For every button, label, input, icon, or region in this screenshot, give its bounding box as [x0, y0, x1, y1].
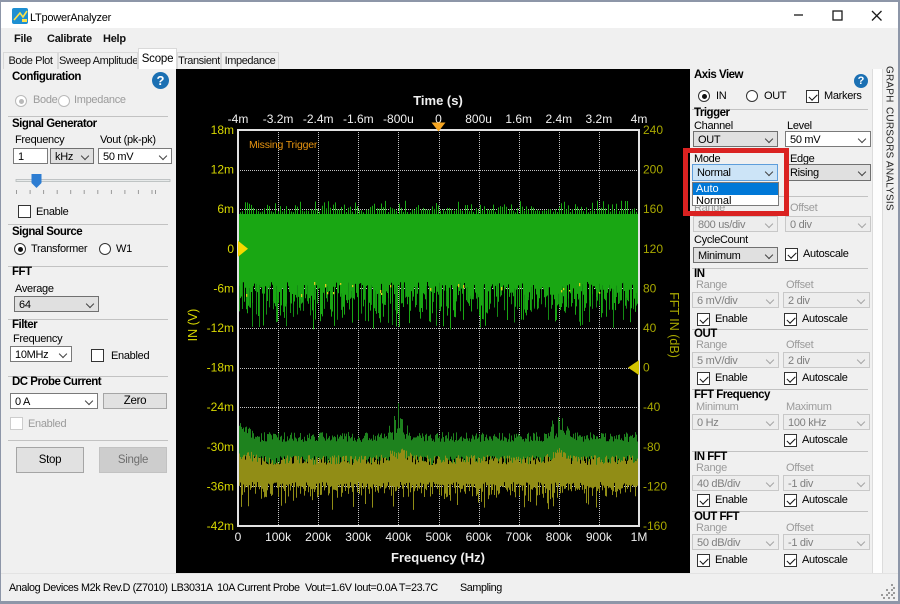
- svg-text:1M: 1M: [631, 530, 648, 544]
- svg-text:300k: 300k: [345, 530, 372, 544]
- svg-text:-40: -40: [643, 400, 661, 414]
- svg-text:800u: 800u: [465, 112, 492, 126]
- svg-text:0: 0: [227, 242, 234, 256]
- svg-text:200k: 200k: [305, 530, 332, 544]
- svg-text:400k: 400k: [385, 530, 412, 544]
- svg-text:500k: 500k: [425, 530, 452, 544]
- svg-text:-42m: -42m: [207, 519, 234, 533]
- svg-text:-120: -120: [643, 479, 667, 493]
- svg-text:-18m: -18m: [207, 361, 234, 375]
- svg-text:6m: 6m: [217, 202, 234, 216]
- svg-text:-6m: -6m: [213, 281, 234, 295]
- svg-text:-36m: -36m: [207, 479, 234, 493]
- svg-text:IN (V): IN (V): [186, 309, 200, 342]
- svg-text:3.2m: 3.2m: [586, 112, 613, 126]
- svg-text:Missing Trigger: Missing Trigger: [249, 139, 318, 151]
- svg-text:-1.6m: -1.6m: [343, 112, 374, 126]
- svg-text:600k: 600k: [466, 530, 493, 544]
- svg-text:1.6m: 1.6m: [505, 112, 532, 126]
- svg-text:0: 0: [643, 361, 650, 375]
- svg-text:200: 200: [643, 163, 663, 177]
- svg-text:-2.4m: -2.4m: [303, 112, 334, 126]
- svg-text:18m: 18m: [211, 123, 234, 137]
- svg-text:-12m: -12m: [207, 321, 234, 335]
- svg-text:-24m: -24m: [207, 400, 234, 414]
- svg-text:900k: 900k: [586, 530, 613, 544]
- svg-text:0: 0: [235, 530, 242, 544]
- svg-text:40: 40: [643, 321, 657, 335]
- svg-text:-30m: -30m: [207, 440, 234, 454]
- svg-text:Frequency (Hz): Frequency (Hz): [391, 550, 485, 565]
- svg-text:80: 80: [643, 281, 657, 295]
- svg-text:-80: -80: [643, 440, 661, 454]
- svg-text:240: 240: [643, 123, 663, 137]
- svg-text:-800u: -800u: [383, 112, 414, 126]
- svg-text:-3.2m: -3.2m: [263, 112, 294, 126]
- svg-text:FFT IN (dB): FFT IN (dB): [667, 292, 681, 358]
- svg-text:2.4m: 2.4m: [545, 112, 572, 126]
- svg-text:100k: 100k: [265, 530, 292, 544]
- svg-text:12m: 12m: [211, 163, 234, 177]
- svg-text:Time (s): Time (s): [413, 93, 463, 108]
- svg-text:120: 120: [643, 242, 663, 256]
- svg-text:160: 160: [643, 202, 663, 216]
- svg-text:800k: 800k: [546, 530, 573, 544]
- svg-text:700k: 700k: [506, 530, 533, 544]
